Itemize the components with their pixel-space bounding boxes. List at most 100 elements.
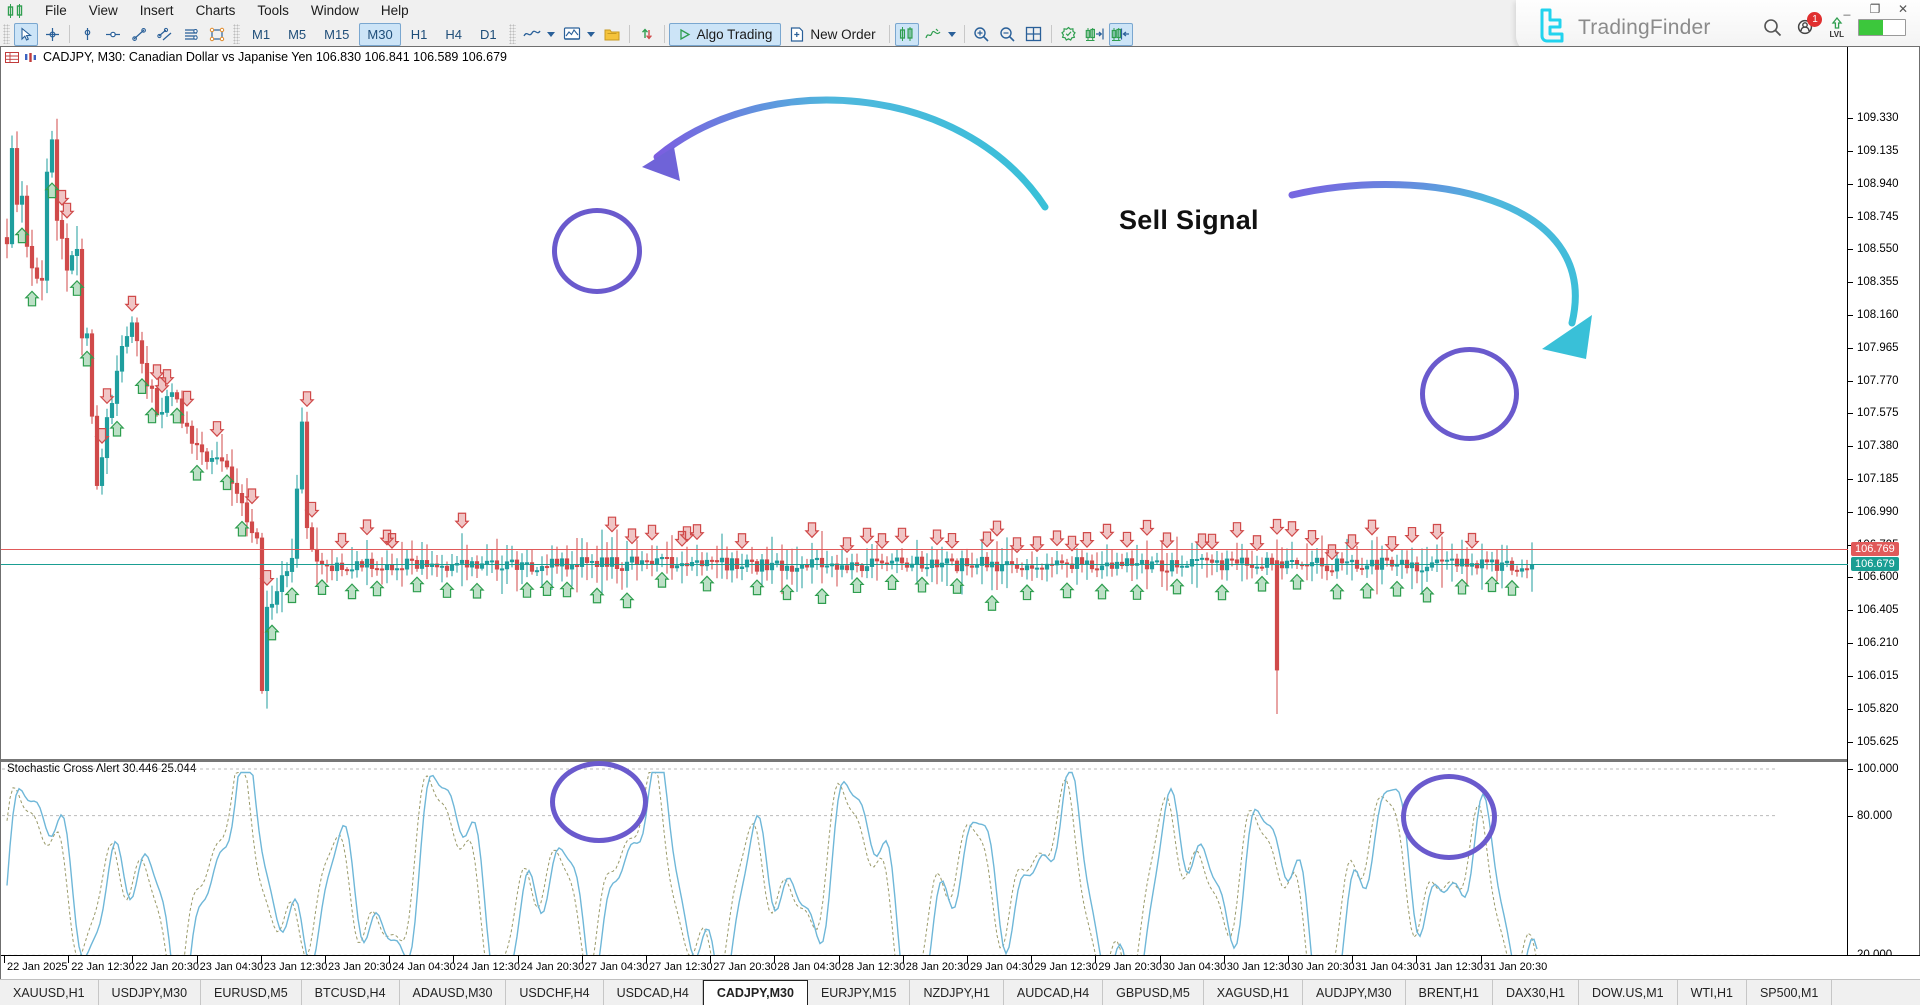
- chart-window[interactable]: CADJPY, M30: Canadian Dollar vs Japanise…: [0, 46, 1920, 980]
- chart-tab-cadjpy[interactable]: CADJPY,M30: [703, 980, 808, 1005]
- time-axis[interactable]: 22 Jan 202522 Jan 12:3022 Jan 20:3023 Ja…: [1, 955, 1920, 979]
- menu-item-help[interactable]: Help: [370, 0, 420, 22]
- buy-sell-arrows-icon[interactable]: [635, 23, 659, 46]
- indicator-level-tick: [1848, 816, 1853, 817]
- price-chart-canvas[interactable]: [2, 59, 1848, 714]
- chart-tab-nzdjpy[interactable]: NZDJPY,H1: [910, 980, 1003, 1005]
- toolbar-grip[interactable]: [3, 24, 10, 44]
- algo-trading-button[interactable]: Algo Trading: [669, 23, 782, 46]
- menu-item-tools[interactable]: Tools: [246, 0, 300, 22]
- chart-tab-xagusd[interactable]: XAGUSD,H1: [1204, 980, 1303, 1005]
- timeframe-h4[interactable]: H4: [437, 23, 470, 46]
- equidistant-channel-icon[interactable]: [153, 23, 177, 46]
- chart-tab-dow.us[interactable]: DOW.US,M1: [1579, 980, 1678, 1005]
- chart-tab-sp500[interactable]: SP500,M1: [1747, 980, 1832, 1005]
- zoom-in-icon[interactable]: [970, 23, 994, 46]
- price-tick-label: 107.185: [1857, 473, 1899, 485]
- indicators-dropdown-icon[interactable]: [587, 32, 595, 37]
- price-tick: [1848, 742, 1853, 743]
- chart-tab-dax30[interactable]: DAX30,H1: [1493, 980, 1579, 1005]
- price-axis[interactable]: 109.330109.135108.940108.745108.550108.3…: [1847, 47, 1919, 979]
- indicator-level-label: 80.000: [1857, 810, 1892, 822]
- minimize-button[interactable]: _: [1840, 2, 1854, 16]
- maximize-button[interactable]: ❐: [1868, 2, 1882, 16]
- menu-item-window[interactable]: Window: [300, 0, 370, 22]
- toolbar-grip-timeframes[interactable]: [233, 24, 240, 44]
- indicators-icon[interactable]: [560, 23, 584, 46]
- line-chart-icon[interactable]: [520, 23, 544, 46]
- menu-item-insert[interactable]: Insert: [129, 0, 185, 22]
- expert-advisor-icon[interactable]: [1057, 23, 1081, 46]
- notifications-icon[interactable]: 1: [1796, 18, 1815, 37]
- chart-tab-wti[interactable]: WTI,H1: [1678, 980, 1747, 1005]
- shapes-icon[interactable]: [205, 23, 229, 46]
- autoscroll-icon[interactable]: [1109, 23, 1133, 46]
- bid-price-marker: 106.679: [1851, 557, 1899, 571]
- timeframe-m1[interactable]: M1: [244, 23, 278, 46]
- menu-item-charts[interactable]: Charts: [185, 0, 247, 22]
- time-tick-label: 31 Jan 12:30: [1419, 961, 1483, 973]
- chart-tab-brent[interactable]: BRENT,H1: [1406, 980, 1493, 1005]
- zoom-out-icon[interactable]: [996, 23, 1020, 46]
- chart-tab-eurusd[interactable]: EURUSD,M5: [201, 980, 302, 1005]
- chart-tab-audcad[interactable]: AUDCAD,H4: [1004, 980, 1103, 1005]
- chart-tab-audjpy[interactable]: AUDJPY,M30: [1303, 980, 1406, 1005]
- chart-type-dropdown-icon[interactable]: [547, 32, 555, 37]
- indicator-wizard-dropdown-icon[interactable]: [948, 32, 956, 37]
- timeframe-m5[interactable]: M5: [280, 23, 314, 46]
- shift-end-icon[interactable]: [1083, 23, 1107, 46]
- horizontal-line-icon[interactable]: [101, 23, 125, 46]
- chart-tab-adausd[interactable]: ADAUSD,M30: [400, 980, 507, 1005]
- indicator-wizard-icon[interactable]: [921, 23, 945, 46]
- toolbar-grip-charts[interactable]: [509, 24, 516, 44]
- price-tick-label: 105.820: [1857, 703, 1899, 715]
- timeframe-d1[interactable]: D1: [472, 23, 505, 46]
- level-label: LVL: [1829, 31, 1844, 39]
- fibonacci-icon[interactable]: [179, 23, 203, 46]
- crosshair-icon[interactable]: [40, 23, 64, 46]
- timeframe-m15[interactable]: M15: [316, 23, 357, 46]
- price-tick-label: 107.380: [1857, 440, 1899, 452]
- time-tick: [453, 956, 454, 963]
- chart-tab-usdjpy[interactable]: USDJPY,M30: [99, 980, 202, 1005]
- metatrader-window: FileViewInsertChartsToolsWindowHelp: [0, 0, 1920, 1005]
- time-tick: [68, 956, 69, 963]
- price-tick: [1848, 446, 1853, 447]
- time-tick-label: 29 Jan 20:30: [1098, 961, 1162, 973]
- time-tick-label: 30 Jan 20:30: [1291, 961, 1355, 973]
- close-button[interactable]: ✕: [1896, 2, 1910, 16]
- price-tick-label: 109.330: [1857, 112, 1899, 124]
- stochastic-chart-canvas[interactable]: [2, 762, 1848, 967]
- candlestick-chart-icon[interactable]: [895, 23, 919, 46]
- vertical-line-icon[interactable]: [75, 23, 99, 46]
- time-tick: [197, 956, 198, 963]
- time-tick-label: 31 Jan 04:30: [1355, 961, 1419, 973]
- chart-tab-xauusd[interactable]: XAUUSD,H1: [0, 980, 99, 1005]
- new-order-icon: [790, 27, 804, 42]
- chart-tab-eurjpy[interactable]: EURJPY,M15: [808, 980, 911, 1005]
- cursor-icon[interactable]: [14, 23, 38, 46]
- chart-tab-usdchf[interactable]: USDCHF,H4: [506, 980, 603, 1005]
- timeframe-m30[interactable]: M30: [359, 23, 400, 46]
- price-tick-label: 106.405: [1857, 604, 1899, 616]
- highlight-circle-1: [552, 208, 642, 294]
- time-tick: [903, 956, 904, 963]
- time-tick-label: 30 Jan 12:30: [1227, 961, 1291, 973]
- menu-item-file[interactable]: File: [34, 0, 78, 22]
- price-tick-label: 107.770: [1857, 375, 1899, 387]
- chart-tab-gbpusd[interactable]: GBPUSD,M5: [1103, 980, 1204, 1005]
- price-tick: [1848, 479, 1853, 480]
- price-tick-label: 108.550: [1857, 243, 1899, 255]
- search-icon[interactable]: [1763, 18, 1782, 37]
- templates-icon[interactable]: [600, 23, 624, 46]
- tile-windows-icon[interactable]: [1022, 23, 1046, 46]
- trendline-icon[interactable]: [127, 23, 151, 46]
- timeframe-h1[interactable]: H1: [403, 23, 436, 46]
- new-order-button[interactable]: New Order: [781, 23, 884, 46]
- algo-trading-label: Algo Trading: [697, 27, 773, 42]
- chart-tabs-bar: XAUUSD,H1USDJPY,M30EURUSD,M5BTCUSD,H4ADA…: [0, 979, 1920, 1005]
- menu-item-view[interactable]: View: [78, 0, 129, 22]
- chart-tab-usdcad[interactable]: USDCAD,H4: [604, 980, 703, 1005]
- price-tick-label: 106.210: [1857, 637, 1899, 649]
- chart-tab-btcusd[interactable]: BTCUSD,H4: [302, 980, 400, 1005]
